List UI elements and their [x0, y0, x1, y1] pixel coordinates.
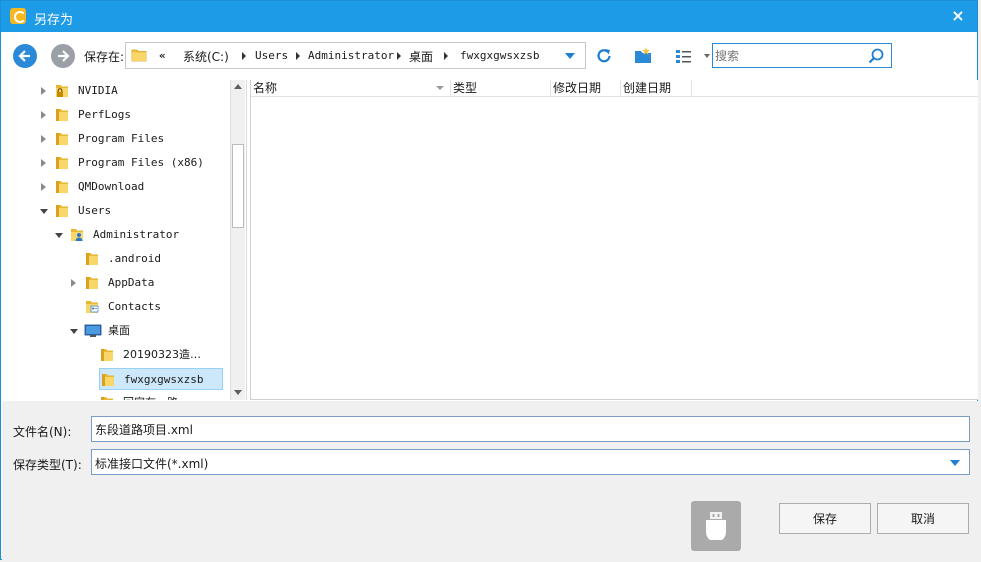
- breadcrumb-users[interactable]: Users: [255, 49, 288, 62]
- arrow-right-icon: [58, 50, 70, 62]
- search-input[interactable]: [715, 47, 865, 65]
- expand-arrow-right-icon[interactable]: [41, 87, 46, 95]
- column-header-name[interactable]: 名称: [251, 80, 451, 97]
- tree-item-label: fwxgxgwsxzsb: [124, 373, 204, 386]
- tree-item[interactable]: AppData: [2, 272, 230, 294]
- filetype-select[interactable]: 标准接口文件(*.xml): [91, 449, 970, 475]
- expand-arrow-right-icon[interactable]: [41, 135, 46, 143]
- arrow-left-icon: [18, 50, 30, 62]
- tree-item[interactable]: .android: [2, 248, 230, 270]
- file-list[interactable]: 名称 类型 修改日期 创建日期: [250, 80, 978, 400]
- breadcrumb-separator-icon[interactable]: [444, 52, 448, 60]
- tree-item[interactable]: Administrator: [2, 224, 230, 246]
- close-icon[interactable]: ×: [949, 7, 967, 25]
- forward-button[interactable]: [51, 44, 75, 68]
- folder-icon: [131, 49, 147, 62]
- tree-item-label: QMDownload: [78, 180, 145, 193]
- sort-arrow-icon: [436, 86, 444, 90]
- filename-input[interactable]: [95, 420, 955, 438]
- tree-item-label: Program Files: [78, 132, 165, 145]
- back-button[interactable]: [13, 44, 37, 68]
- tree-item-label: 20190323造…: [123, 348, 201, 361]
- expand-arrow-right-icon[interactable]: [41, 111, 46, 119]
- tree-item-label: Users: [78, 204, 112, 217]
- column-header-modified[interactable]: 修改日期: [551, 80, 621, 97]
- column-created-label: 创建日期: [623, 81, 672, 95]
- breadcrumb-drive[interactable]: 系统(C:): [183, 48, 229, 65]
- expand-arrow-right-icon[interactable]: [41, 159, 46, 167]
- breadcrumb-separator-icon[interactable]: [397, 52, 401, 60]
- scroll-thumb[interactable]: [232, 144, 244, 228]
- view-dropdown-icon[interactable]: [704, 54, 710, 58]
- column-header-filler: [692, 80, 978, 97]
- tree-item[interactable]: Users: [2, 200, 230, 222]
- column-name-label: 名称: [253, 81, 278, 95]
- expand-arrow-right-icon[interactable]: [71, 279, 76, 287]
- breadcrumb-separator-icon[interactable]: [242, 52, 246, 60]
- tree-item-label: .android: [108, 252, 161, 265]
- tree-item[interactable]: 20190323造…: [2, 344, 230, 366]
- column-header-created[interactable]: 创建日期: [621, 80, 692, 97]
- expand-arrow-down-icon[interactable]: [70, 329, 78, 334]
- save-in-label: 保存在:: [84, 50, 125, 64]
- chevron-down-icon[interactable]: [565, 53, 575, 59]
- column-type-label: 类型: [453, 81, 478, 95]
- scroll-up-icon[interactable]: [231, 80, 246, 94]
- expand-arrow-down-icon[interactable]: [40, 209, 48, 214]
- view-options-icon[interactable]: [674, 46, 694, 66]
- expand-arrow-right-icon[interactable]: [41, 183, 46, 191]
- folder-tree[interactable]: NVIDIA PerfLogs Program Files Program Files…: [2, 80, 247, 400]
- breadcrumb-desktop[interactable]: 桌面: [409, 48, 433, 65]
- tree-item[interactable]: NVIDIA: [2, 80, 230, 102]
- save-as-dialog: 另存为 × 保存在: « 系统(C:) Users Administrator …: [0, 0, 978, 560]
- tree-item[interactable]: QMDownload: [2, 176, 230, 198]
- tree-item-label: Program Files (x86): [78, 156, 204, 169]
- tree-item-label: Administrator: [93, 228, 180, 241]
- refresh-icon[interactable]: [594, 46, 614, 66]
- tree-item-label: PerfLogs: [78, 108, 131, 121]
- title-bar: 另存为 ×: [1, 1, 977, 32]
- tree-item-label: 桌面: [108, 324, 130, 337]
- dialog-title: 另存为: [34, 13, 74, 28]
- scroll-down-icon[interactable]: [231, 386, 246, 400]
- filename-field[interactable]: [91, 416, 970, 442]
- tree-item[interactable]: fwxgxgwsxzsb: [99, 368, 223, 390]
- search-box[interactable]: [712, 43, 892, 68]
- breadcrumb-separator-icon[interactable]: [296, 52, 300, 60]
- tree-item[interactable]: 桌面: [2, 320, 230, 342]
- app-logo-icon: [10, 8, 26, 24]
- tree-item[interactable]: PerfLogs: [2, 104, 230, 126]
- tree-scrollbar[interactable]: [230, 80, 245, 400]
- save-button[interactable]: 保存: [779, 503, 871, 534]
- breadcrumb-current-folder[interactable]: fwxgxgwsxzsb: [460, 49, 539, 62]
- usb-device-button[interactable]: [691, 501, 741, 551]
- filetype-label: 保存类型(T):: [13, 458, 82, 472]
- search-icon[interactable]: [867, 47, 885, 65]
- filetype-selected-value: 标准接口文件(*.xml): [95, 457, 209, 471]
- tree-item-label: Contacts: [108, 300, 161, 313]
- tree-item[interactable]: 回家在一路: [2, 392, 230, 400]
- column-header-type[interactable]: 类型: [451, 80, 551, 97]
- usb-drive-icon: [706, 512, 726, 540]
- tree-item-label: 回家在一路: [123, 392, 178, 400]
- column-modified-label: 修改日期: [553, 81, 602, 95]
- chevron-down-icon[interactable]: [950, 460, 960, 466]
- filename-label: 文件名(N):: [13, 425, 72, 439]
- expand-arrow-down-icon[interactable]: [55, 233, 63, 238]
- address-bar[interactable]: « 系统(C:) Users Administrator 桌面 fwxgxgws…: [125, 42, 586, 69]
- breadcrumb-administrator[interactable]: Administrator: [308, 49, 394, 62]
- cancel-button[interactable]: 取消: [877, 503, 969, 534]
- tree-item-label: NVIDIA: [78, 84, 118, 97]
- save-form: 文件名(N): 保存类型(T): 标准接口文件(*.xml) 保存 取消: [2, 401, 978, 560]
- folder-icon: [99, 395, 115, 400]
- new-folder-icon[interactable]: [633, 46, 653, 66]
- tree-item[interactable]: Program Files (x86): [2, 152, 230, 174]
- tree-item[interactable]: Program Files: [2, 128, 230, 150]
- breadcrumb-overflow[interactable]: «: [159, 49, 166, 62]
- tree-item-label: AppData: [108, 276, 155, 289]
- tree-item[interactable]: Contacts: [2, 296, 230, 318]
